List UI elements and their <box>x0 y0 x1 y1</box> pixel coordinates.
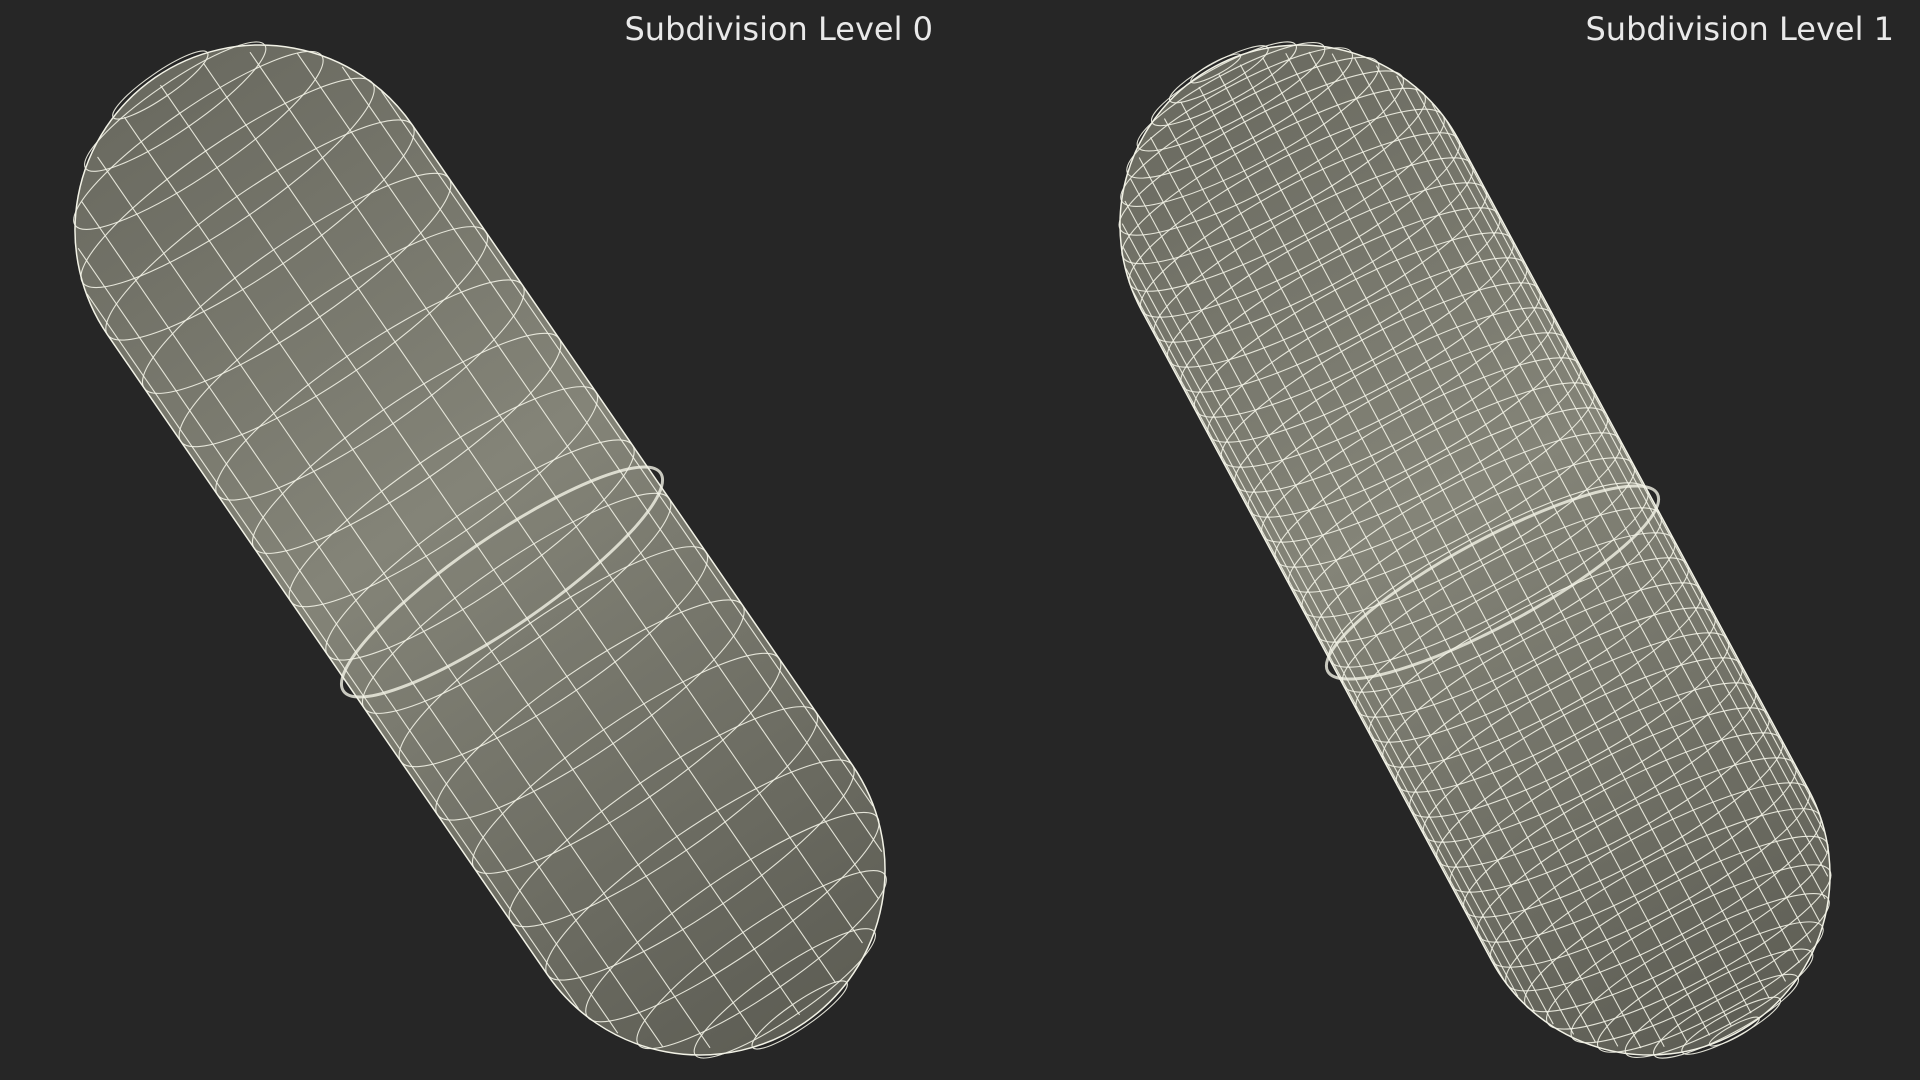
render-canvas <box>73 41 1832 1059</box>
capsule-right-silhouette <box>1119 44 1831 1056</box>
capsule-left-body <box>73 41 887 1059</box>
capsule-left-silhouette <box>74 44 886 1056</box>
viewport: Subdivision Level 0 Subdivision Level 1 <box>0 0 1920 1080</box>
capsule-mesh-level-0 <box>73 41 887 1059</box>
capsule-right-body <box>1118 41 1832 1059</box>
capsule-mesh-level-1 <box>1118 41 1832 1059</box>
